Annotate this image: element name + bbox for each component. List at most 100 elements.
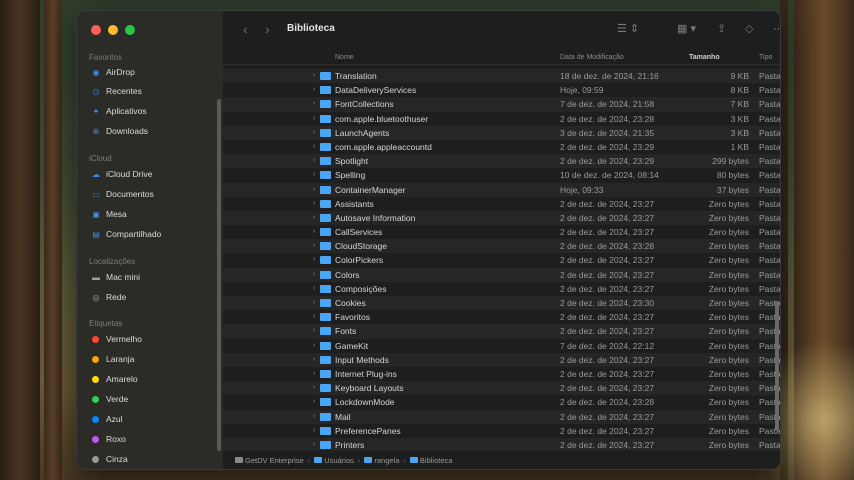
file-row[interactable]: › com.apple.appleaccountd 2 de dez. de 202… [223, 140, 780, 154]
more-button[interactable]: ⋯ [773, 22, 780, 35]
column-size[interactable]: Tamanho [689, 54, 720, 61]
file-row[interactable]: › FontCollections 7 de dez. de 2024, 21:58… [223, 97, 780, 112]
list-view-button[interactable]: ☰ ⇕ [617, 22, 639, 35]
disclosure-chevron-icon[interactable]: › [313, 100, 315, 107]
sidebar-item-airdrop[interactable]: ◉ AirDrop [91, 65, 135, 79]
zoom-window-button[interactable] [125, 25, 135, 35]
file-row[interactable]: › Favoritos 2 de dez. de 2024, 23:27 Zero b… [223, 310, 780, 324]
disclosure-chevron-icon[interactable]: › [313, 256, 315, 263]
disclosure-chevron-icon[interactable]: › [313, 342, 315, 349]
path-item-label: rangela [374, 456, 400, 465]
sidebar-tag-orange[interactable]: Laranja [91, 352, 134, 366]
disclosure-chevron-icon[interactable]: › [313, 441, 315, 448]
file-row[interactable]: › CallServices 2 de dez. de 2024, 23:27 Zer… [223, 225, 780, 239]
disclosure-chevron-icon[interactable]: › [313, 313, 315, 320]
disclosure-chevron-icon[interactable]: › [313, 370, 315, 377]
file-size: 3 KB [730, 127, 749, 138]
minimize-window-button[interactable] [108, 25, 118, 35]
file-row[interactable]: › Spotlight 2 de dez. de 2024, 23:29 299 by… [223, 154, 780, 169]
disclosure-chevron-icon[interactable]: › [313, 356, 315, 363]
column-kind[interactable]: Tipo [759, 54, 772, 61]
sidebar-tag-purple[interactable]: Roxo [91, 432, 126, 446]
sidebar-item-documentos[interactable]: ▭ Documentos [91, 187, 154, 201]
file-row[interactable]: › Autosave Information 2 de dez. de 2024, … [223, 210, 780, 226]
disclosure-chevron-icon[interactable]: › [313, 86, 315, 93]
file-name: GameKit [335, 340, 369, 351]
disclosure-chevron-icon[interactable]: › [313, 143, 315, 150]
disclosure-chevron-icon[interactable]: › [313, 242, 315, 249]
file-row[interactable]: › LockdownMode 2 de dez. de 2024, 23:28 Zer… [223, 395, 780, 409]
path-item[interactable]: Biblioteca [409, 456, 452, 465]
file-row[interactable]: › Cookies 2 de dez. de 2024, 23:30 Zero byt… [223, 296, 780, 311]
file-row[interactable]: › Assistants 2 de dez. de 2024, 23:27 Zero … [223, 197, 780, 211]
sidebar-tag-yellow[interactable]: Amarelo [91, 372, 138, 386]
path-item[interactable]: rangela [364, 456, 399, 465]
sidebar-item-rede[interactable]: ◎ Rede [91, 290, 127, 304]
path-item[interactable]: GetDV Enterprise [235, 456, 304, 465]
back-button[interactable]: ‹ [243, 21, 248, 37]
sidebar-item-recentes[interactable]: ◷ Recentes [91, 84, 142, 98]
file-row[interactable]: › Internet Plug-ins 2 de dez. de 2024, 23:… [223, 367, 780, 381]
file-name: ContainerManager [335, 184, 406, 195]
sidebar-tag-blue[interactable]: Azul [91, 412, 123, 426]
disclosure-chevron-icon[interactable]: › [313, 228, 315, 235]
tag-button[interactable]: ◇ [745, 22, 753, 35]
disclosure-chevron-icon[interactable]: › [313, 171, 315, 178]
sidebar-item-downloads[interactable]: ⊕ Downloads [91, 124, 148, 138]
file-row[interactable]: › Composições 2 de dez. de 2024, 23:27 Zero… [223, 282, 780, 296]
file-row[interactable]: › ColorPickers 2 de dez. de 2024, 23:27 Zer… [223, 253, 780, 267]
column-date[interactable]: Data de Modificação [560, 54, 624, 61]
disclosure-chevron-icon[interactable]: › [313, 413, 315, 420]
disclosure-chevron-icon[interactable]: › [313, 200, 315, 207]
disclosure-chevron-icon[interactable]: › [313, 398, 315, 405]
disclosure-chevron-icon[interactable]: › [313, 384, 315, 391]
file-size: 80 bytes [716, 170, 749, 181]
sidebar-item-mesa[interactable]: ▣ Mesa [91, 207, 127, 221]
file-row[interactable]: › GameKit 7 de dez. de 2024, 22:12 Zero byt… [223, 339, 780, 353]
file-row[interactable]: › DataDeliveryServices Hoje, 09:59 8 KB Past… [223, 83, 780, 97]
folder-icon [320, 86, 331, 95]
disclosure-chevron-icon[interactable]: › [313, 271, 315, 278]
sidebar-item-mac-mini[interactable]: ▬ Mac mini [91, 270, 140, 284]
disclosure-chevron-icon[interactable]: › [313, 115, 315, 122]
sidebar-item-label: Compartilhado [106, 229, 162, 239]
sidebar-item-icloud-drive[interactable]: ☁ iCloud Drive [91, 167, 152, 181]
file-row[interactable]: › Input Methods 2 de dez. de 2024, 23:27 Ze… [223, 352, 780, 367]
file-list-scrollbar[interactable] [775, 301, 779, 431]
sidebar-item-compartilhado[interactable]: ▤ Compartilhado [91, 227, 161, 241]
disclosure-chevron-icon[interactable]: › [313, 427, 315, 434]
file-row[interactable]: › PreferencePanes 2 de dez. de 2024, 23:27… [223, 424, 780, 438]
path-item[interactable]: Usuários [314, 456, 354, 465]
file-row[interactable]: › Mail 2 de dez. de 2024, 23:27 Zero bytes P… [223, 409, 780, 424]
forward-button[interactable]: › [265, 21, 270, 37]
file-row[interactable]: › Keyboard Layouts 2 de dez. de 2024, 23:2… [223, 381, 780, 396]
disclosure-chevron-icon[interactable]: › [313, 129, 315, 136]
sidebar-item-aplicativos[interactable]: ✦ Aplicativos [91, 104, 147, 118]
disclosure-chevron-icon[interactable]: › [313, 285, 315, 292]
sidebar-tag-gray[interactable]: Cinza [91, 452, 128, 466]
sidebar-scrollbar[interactable] [217, 99, 221, 451]
file-size: Zero bytes [708, 354, 749, 365]
column-name[interactable]: Nome [335, 54, 354, 61]
disclosure-chevron-icon[interactable]: › [313, 186, 315, 193]
disclosure-chevron-icon[interactable]: › [313, 214, 315, 221]
sidebar-tag-green[interactable]: Verde [91, 392, 128, 406]
file-row[interactable]: › LaunchAgents 3 de dez. de 2024, 21:35 3 K… [223, 125, 780, 140]
folder-icon [320, 114, 331, 123]
file-row[interactable]: › CloudStorage 2 de dez. de 2024, 23:28 Zer… [223, 239, 780, 254]
sidebar-item-label: Mesa [106, 209, 127, 219]
file-row[interactable]: › Translation 18 de dez. de 2024, 21:16 9 K… [223, 69, 780, 84]
file-row[interactable]: › ContainerManager Hoje, 09:33 37 bytes Past… [223, 182, 780, 197]
grid-view-button[interactable]: ▦ ▾ [677, 22, 696, 35]
file-row[interactable]: › Colors 2 de dez. de 2024, 23:27 Zero byte… [223, 267, 780, 282]
disclosure-chevron-icon[interactable]: › [313, 157, 315, 164]
file-row[interactable]: › com.apple.bluetoothuser 2 de dez. de 202… [223, 112, 780, 126]
close-window-button[interactable] [91, 25, 101, 35]
disclosure-chevron-icon[interactable]: › [313, 327, 315, 334]
disclosure-chevron-icon[interactable]: › [313, 299, 315, 306]
file-row[interactable]: › Spelling 10 de dez. de 2024, 08:14 80 byt… [223, 168, 780, 182]
disclosure-chevron-icon[interactable]: › [313, 72, 315, 79]
sidebar-tag-red[interactable]: Vermelho [91, 332, 142, 346]
file-row[interactable]: › Fonts 2 de dez. de 2024, 23:27 Zero bytes… [223, 324, 780, 339]
share-button[interactable]: ⇪ [717, 22, 726, 35]
